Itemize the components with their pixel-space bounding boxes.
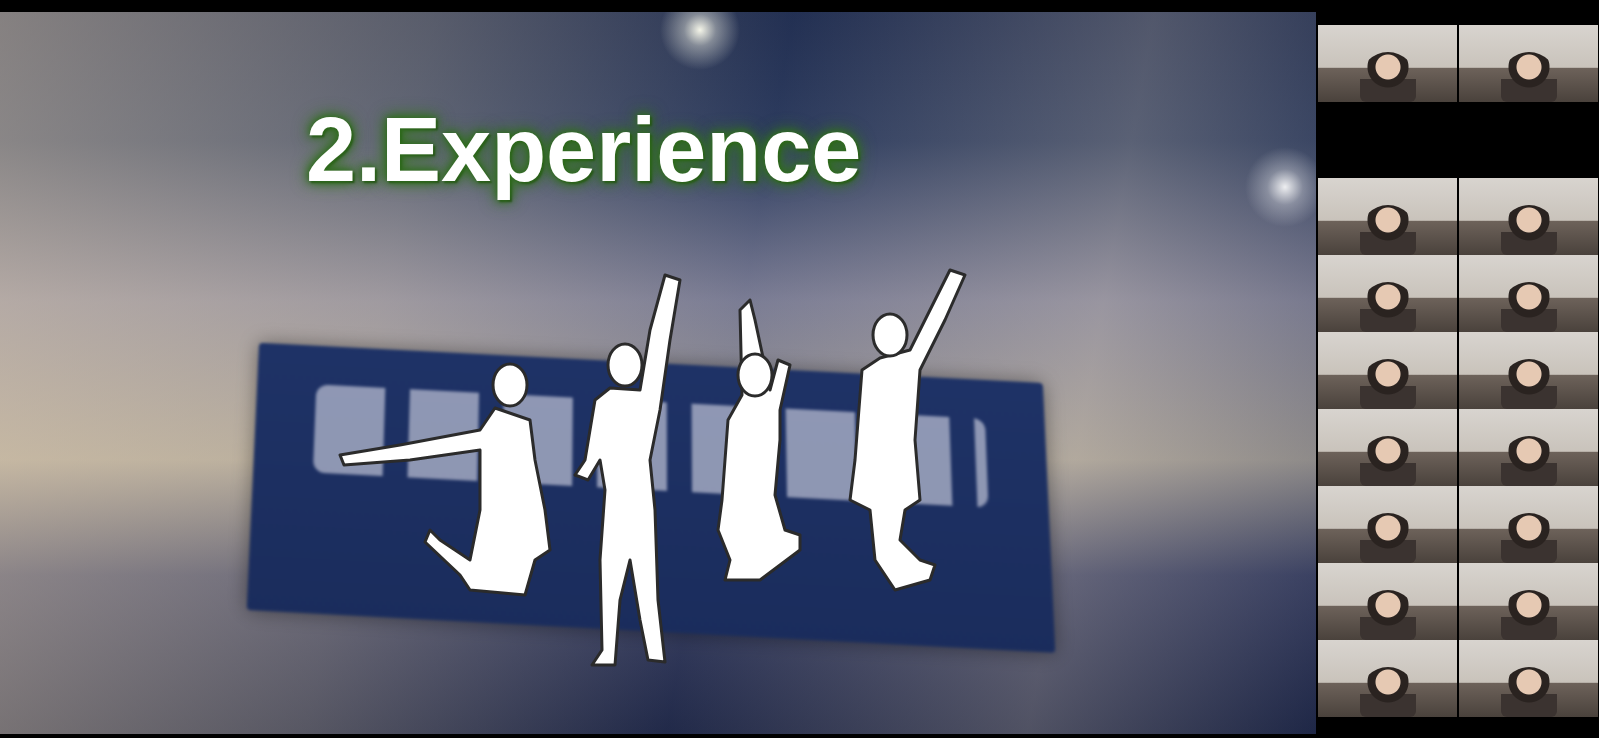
participant-figure [1360,205,1416,255]
gallery-row [1318,332,1599,409]
participant-video[interactable] [1459,640,1598,717]
jumping-figure [850,270,965,590]
participant-figure [1501,205,1557,255]
participant-video[interactable] [1318,563,1457,640]
participant-video[interactable] [1318,409,1457,486]
participant-video[interactable] [1459,178,1598,255]
participant-video[interactable] [1459,486,1598,563]
participant-figure [1501,359,1557,409]
participant-video[interactable] [1459,25,1598,102]
participant-video[interactable] [1318,255,1457,332]
gallery-row [1318,25,1599,102]
jumping-people-icon [330,260,1000,685]
participant-figure [1501,282,1557,332]
participant-video[interactable] [1459,332,1598,409]
participant-figure [1501,52,1557,102]
gallery-row [1318,255,1599,332]
participant-figure [1360,436,1416,486]
jumping-figure [718,300,800,580]
meeting-window: 2.Experience [0,0,1599,738]
participant-video[interactable] [1459,409,1598,486]
participant-video[interactable] [1318,640,1457,717]
participant-figure [1501,513,1557,563]
gallery-row [1318,178,1599,255]
participant-figure [1360,513,1416,563]
participant-figure [1360,590,1416,640]
participant-figure [1501,667,1557,717]
participant-figure [1501,436,1557,486]
gallery-row [1318,409,1599,486]
participant-gallery [1316,12,1599,734]
participant-figure [1360,359,1416,409]
gallery-row [1318,640,1599,717]
jumping-figure [575,275,680,665]
participant-video[interactable] [1318,25,1457,102]
participant-figure [1360,282,1416,332]
participant-figure [1360,667,1416,717]
participant-figure [1360,52,1416,102]
participant-video[interactable] [1459,255,1598,332]
jumping-figure [340,364,550,595]
participant-video[interactable] [1318,486,1457,563]
slide-title: 2.Experience [0,12,1316,204]
gallery-row [1318,486,1599,563]
participant-video[interactable] [1318,332,1457,409]
gallery-row [1318,563,1599,640]
participant-figure [1501,590,1557,640]
meeting-body: 2.Experience [0,12,1599,738]
participant-video[interactable] [1459,563,1598,640]
participant-video[interactable] [1318,178,1457,255]
shared-slide: 2.Experience [0,12,1316,734]
